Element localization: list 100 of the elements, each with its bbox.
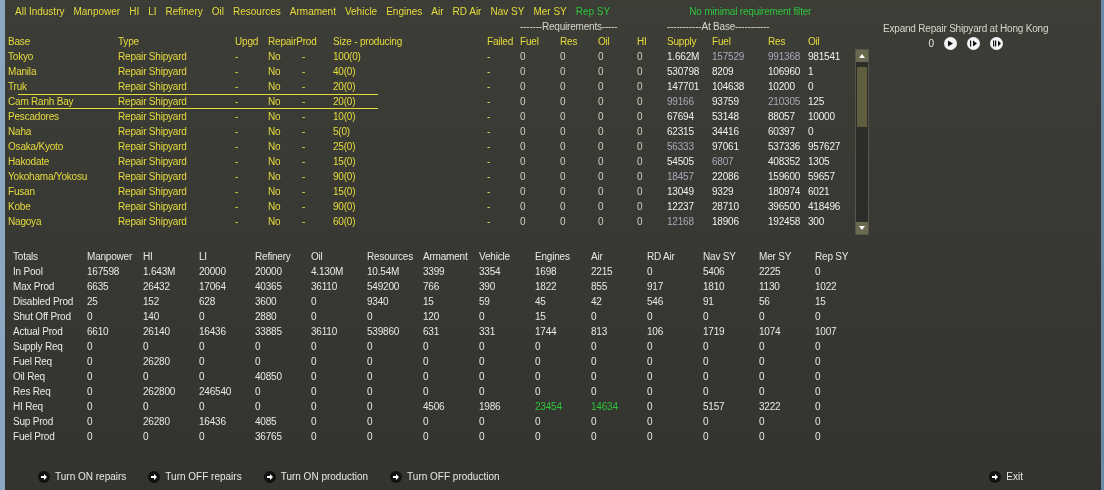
table-cell-text: 0	[367, 386, 374, 397]
table-cell-text: 0	[598, 171, 605, 182]
table-row[interactable]: Nagoya Repair Shipyard - No - 60(0) - 0 0 0 0 12168 18906 192458 300	[8, 214, 856, 229]
table-cell-text: 15	[423, 296, 435, 307]
table-cell-text: -	[487, 126, 492, 137]
filter-tab[interactable]: Refinery	[165, 5, 203, 17]
table-cell-text: Hakodate	[8, 156, 51, 167]
table-cell-text: 20000	[199, 266, 227, 277]
table-cell-text: 0	[199, 341, 206, 352]
table-row[interactable]: Kobe Repair Shipyard - No - 90(0) - 0 0 0 0 12237 28710 396500 418496	[8, 199, 856, 214]
table-cell-text: 3600	[255, 296, 278, 307]
filter-tab[interactable]: Vehicle	[344, 5, 378, 17]
filter-tab[interactable]: Armament	[289, 5, 336, 17]
table-cell-text: 152	[143, 296, 161, 307]
table-cell-text: 546	[647, 296, 665, 307]
table-cell-text: No	[268, 201, 282, 212]
table-row[interactable]: Fusan Repair Shipyard - No - 15(0) - 0 0 0 0 13049 9329 180974 6021	[8, 184, 856, 199]
table-cell-text: 0	[479, 431, 486, 442]
action-button[interactable]: Turn OFF repairs	[148, 470, 242, 483]
arrow-icon	[148, 470, 161, 483]
table-row[interactable]: Yokohama/Yokosu Repair Shipyard - No - 90(0) - 0 0 0 0 18457 22086 159600 59657	[8, 169, 856, 184]
table-cell-text: -	[487, 51, 492, 62]
filter-tab[interactable]: HI	[129, 5, 140, 17]
scroll-thumb[interactable]	[857, 67, 867, 127]
table-cell-text: -	[302, 201, 307, 212]
table-cell-text: 28710	[712, 201, 740, 212]
table-cell-text: -	[235, 81, 240, 92]
table-cell-text: 0	[255, 401, 262, 412]
table-cell-text: 549200	[367, 281, 401, 292]
action-button[interactable]: Turn OFF production	[390, 470, 500, 483]
column-header: Oil	[311, 251, 324, 262]
table-cell-text: 6021	[808, 186, 831, 197]
table-cell-text: -	[487, 96, 492, 107]
table-cell-text: -	[487, 81, 492, 92]
filter-tab[interactable]: Air	[431, 5, 444, 17]
table-cell-text: -	[235, 171, 240, 182]
table-cell-text: Manila	[8, 66, 38, 77]
filter-tab[interactable]: Manpower	[73, 5, 121, 17]
table-cell-text: 97061	[712, 141, 740, 152]
table-cell-text: 0	[87, 401, 94, 412]
table-cell-text: 0	[479, 311, 486, 322]
table-cell-text: 0	[143, 341, 150, 352]
column-header: HI	[637, 36, 648, 47]
table-cell-text: 0	[815, 341, 822, 352]
scrollbar[interactable]	[855, 49, 869, 235]
arrow-icon	[390, 470, 403, 483]
table-row[interactable]: Manila Repair Shipyard - No - 40(0) - 0 0 0 0 530798 8209 106960 1	[8, 64, 856, 79]
scroll-up-icon[interactable]	[856, 50, 868, 62]
filter-tab[interactable]: Engines	[386, 5, 423, 17]
column-header: Totals	[13, 251, 39, 262]
table-cell-text: Repair Shipyard	[118, 51, 188, 62]
step-button[interactable]	[966, 37, 980, 50]
row-label: Fuel Prod	[13, 431, 56, 442]
table-cell-text: 0	[367, 311, 374, 322]
table-cell-text: 0	[367, 431, 374, 442]
table-cell-text: 15(0)	[333, 186, 357, 197]
filter-tab[interactable]: Rep SY	[575, 5, 611, 17]
filter-tab[interactable]: Resources	[233, 5, 281, 17]
filter-tab[interactable]: LI	[148, 5, 157, 17]
table-cell-text: 981541	[808, 51, 842, 62]
table-cell-text: 1719	[703, 326, 726, 337]
table-cell-text: 59657	[808, 171, 836, 182]
column-header: LI	[199, 251, 208, 262]
table-cell-text: 0	[637, 81, 644, 92]
arrow-icon	[989, 470, 1002, 483]
table-row[interactable]: Tokyo Repair Shipyard - No - 100(0) - 0 0 0 0 1.662M 157529 991368 981541	[8, 49, 856, 64]
table-cell-text: 0	[598, 201, 605, 212]
step-button[interactable]	[943, 37, 957, 50]
column-header: Type	[118, 36, 140, 47]
action-button[interactable]: Turn ON repairs	[38, 470, 127, 483]
table-row[interactable]: Osaka/Kyoto Repair Shipyard - No - 25(0) - 0 0 0 0 56333 97061 537336 957627	[8, 139, 856, 154]
filter-tab[interactable]: All Industry	[15, 5, 65, 17]
filter-tab[interactable]: Oil	[211, 5, 224, 17]
filter-tab[interactable]: RD Air	[452, 5, 482, 17]
table-cell-text: 3399	[423, 266, 446, 277]
table-cell-text: 15	[535, 311, 547, 322]
table-cell-text: -	[235, 216, 240, 227]
table-row[interactable]: Naha Repair Shipyard - No - 5(0) - 0 0 0 0 62315 34416 60397 0	[8, 124, 856, 139]
filter-tab[interactable]: Nav SY	[490, 5, 525, 17]
table-cell-text: 62315	[667, 126, 695, 137]
column-header: Base	[8, 36, 31, 47]
exit-button[interactable]: Exit	[989, 470, 1023, 483]
table-cell-text: 0	[703, 311, 710, 322]
table-cell-text: 40(0)	[333, 66, 357, 77]
table-cell-text: 0	[647, 341, 654, 352]
filter-tab[interactable]: Mer SY	[533, 5, 567, 17]
table-row[interactable]: Hakodate Repair Shipyard - No - 15(0) - 0 0 0 0 54505 6807 408352 1305	[8, 154, 856, 169]
scroll-down-icon[interactable]	[856, 222, 868, 234]
action-button[interactable]: Turn ON production	[263, 470, 369, 483]
table-cell-text: 0	[560, 111, 567, 122]
step-button[interactable]	[989, 37, 1003, 50]
table-cell-text: 0	[520, 81, 527, 92]
table-cell-text: 0	[637, 201, 644, 212]
row-label: Disabled Prod	[13, 296, 75, 307]
table-cell-text: 0	[703, 416, 710, 427]
table-cell-text: 0	[637, 126, 644, 137]
table-row[interactable]: Truk Repair Shipyard - No - 20(0) - 0 0 0 0 147701 104638 10200 0	[8, 79, 856, 94]
table-cell-text: No	[268, 51, 282, 62]
table-cell-text: 0	[520, 216, 527, 227]
table-row[interactable]: Pescadores Repair Shipyard - No - 10(0) - 0 0 0 0 67694 53148 88057 10000	[8, 109, 856, 124]
